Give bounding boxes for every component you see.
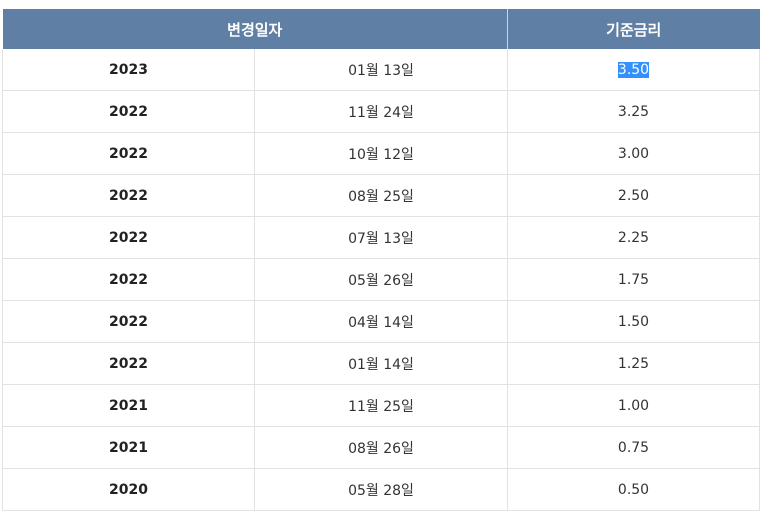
rate-cell: 1.25 xyxy=(507,342,760,385)
table-row: 2022 04월 14일 1.50 xyxy=(2,300,760,343)
rate-cell: 0.50 xyxy=(507,468,760,511)
date-cell: 01월 14일 xyxy=(254,342,509,385)
rate-value-selected[interactable]: 3.50 xyxy=(617,61,650,78)
year-cell: 2022 xyxy=(2,300,255,343)
header-base-rate: 기준금리 xyxy=(507,9,760,49)
year-cell: 2021 xyxy=(2,384,255,427)
date-cell: 08월 25일 xyxy=(254,174,509,217)
rate-cell: 3.00 xyxy=(507,132,760,175)
date-cell: 01월 13일 xyxy=(254,49,509,91)
rate-cell: 2.50 xyxy=(507,174,760,217)
table-body: 2023 01월 13일 3.50 2022 11월 24일 3.25 2022 10월 … xyxy=(2,49,760,511)
year-cell: 2022 xyxy=(2,132,255,175)
year-cell: 2022 xyxy=(2,216,255,259)
table-row: 2022 01월 14일 1.25 xyxy=(2,342,760,385)
rate-cell: 2.25 xyxy=(507,216,760,259)
year-cell: 2020 xyxy=(2,468,255,511)
table-row: 2022 05월 26일 1.75 xyxy=(2,258,760,301)
date-cell: 10월 12일 xyxy=(254,132,509,175)
date-cell: 11월 24일 xyxy=(254,90,509,133)
table-row: 2021 11월 25일 1.00 xyxy=(2,384,760,427)
header-change-date: 변경일자 xyxy=(2,9,509,49)
table-row: 2022 11월 24일 3.25 xyxy=(2,90,760,133)
year-cell: 2021 xyxy=(2,426,255,469)
rate-cell: 1.75 xyxy=(507,258,760,301)
year-cell: 2022 xyxy=(2,90,255,133)
rate-history-table-container: 변경일자 기준금리 2023 01월 13일 3.50 2022 11월 24일 3.2… xyxy=(2,9,760,511)
table-row: 2021 08월 26일 0.75 xyxy=(2,426,760,469)
year-cell: 2022 xyxy=(2,342,255,385)
rate-cell: 3.25 xyxy=(507,90,760,133)
date-cell: 07월 13일 xyxy=(254,216,509,259)
year-cell: 2023 xyxy=(2,49,255,91)
table-row: 2022 07월 13일 2.25 xyxy=(2,216,760,259)
table-row: 2020 05월 28일 0.50 xyxy=(2,468,760,511)
date-cell: 05월 26일 xyxy=(254,258,509,301)
year-cell: 2022 xyxy=(2,174,255,217)
rate-cell: 3.50 xyxy=(507,49,760,91)
table-row: 2022 10월 12일 3.00 xyxy=(2,132,760,175)
table-row: 2023 01월 13일 3.50 xyxy=(2,49,760,91)
table-row: 2022 08월 25일 2.50 xyxy=(2,174,760,217)
table-header: 변경일자 기준금리 xyxy=(2,9,760,49)
date-cell: 11월 25일 xyxy=(254,384,509,427)
date-cell: 04월 14일 xyxy=(254,300,509,343)
date-cell: 05월 28일 xyxy=(254,468,509,511)
header-row: 변경일자 기준금리 xyxy=(2,9,760,49)
rate-cell: 0.75 xyxy=(507,426,760,469)
date-cell: 08월 26일 xyxy=(254,426,509,469)
rate-history-table: 변경일자 기준금리 2023 01월 13일 3.50 2022 11월 24일 3.2… xyxy=(2,9,760,511)
year-cell: 2022 xyxy=(2,258,255,301)
rate-cell: 1.00 xyxy=(507,384,760,427)
rate-cell: 1.50 xyxy=(507,300,760,343)
